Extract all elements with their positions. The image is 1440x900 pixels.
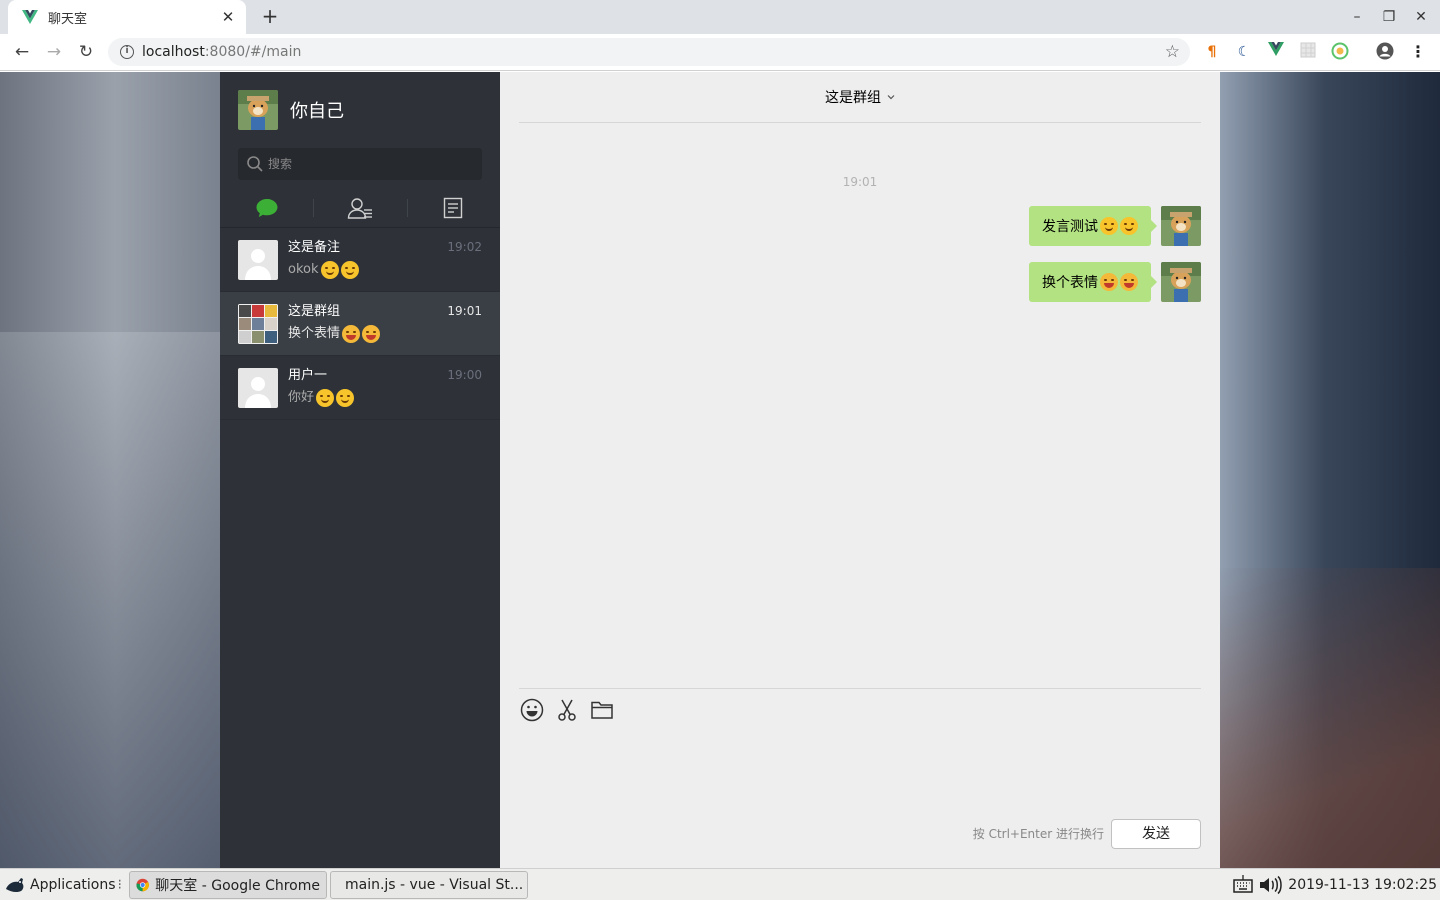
browser-tab[interactable]: 聊天室 ✕	[8, 0, 246, 34]
conversation-item-active[interactable]: 这是群组 换个表情 19:01	[220, 292, 500, 356]
blush-emoji-icon	[362, 324, 381, 343]
emoji-icon[interactable]	[519, 697, 545, 723]
user-avatar[interactable]	[238, 90, 278, 130]
applications-menu[interactable]: Applications ⁝	[0, 869, 126, 900]
blush-emoji-icon	[1100, 273, 1118, 291]
blush-emoji-icon	[1120, 273, 1138, 291]
profile-icon[interactable]	[1375, 42, 1395, 62]
menu-kebab-icon[interactable]: ⋮	[1408, 42, 1428, 62]
bookmark-star-icon[interactable]: ☆	[1165, 42, 1180, 62]
site-info-icon[interactable]: i	[120, 45, 134, 59]
smile-emoji-icon	[316, 388, 335, 407]
search-box	[238, 148, 482, 180]
vue-favicon-icon	[22, 10, 38, 24]
user-name: 你自己	[290, 101, 344, 122]
conversation-preview: okok	[288, 258, 482, 282]
send-button[interactable]: 发送	[1111, 819, 1201, 849]
back-icon[interactable]: ←	[10, 40, 34, 64]
conversation-item[interactable]: 这是备注 okok 19:02	[220, 228, 500, 292]
taskbar-item-vscode[interactable]: main.js - vue - Visual St...	[329, 870, 528, 899]
chat-panel: 这是群组 19:01 发言测试 换个表情 按 Ctrl+Enter 进行换行 发…	[500, 72, 1220, 868]
scissors-icon[interactable]	[554, 697, 580, 723]
search-icon	[247, 156, 263, 172]
taskbar-item-chrome[interactable]: 聊天室 - Google Chrome	[128, 870, 327, 899]
chat-bubble-icon	[256, 198, 278, 217]
forward-icon[interactable]: →	[42, 40, 66, 64]
conversation-preview: 你好	[288, 386, 482, 410]
contacts-icon	[347, 197, 372, 219]
thinking-emoji-icon	[320, 260, 339, 279]
volume-icon[interactable]	[1258, 874, 1283, 896]
smile-emoji-icon	[1100, 217, 1118, 235]
folder-icon[interactable]	[589, 697, 615, 723]
conversation-preview: 换个表情	[288, 322, 482, 346]
chat-header[interactable]: 这是群组	[519, 72, 1201, 123]
conversation-time: 19:01	[447, 304, 482, 318]
extension-grid-icon[interactable]	[1298, 42, 1318, 62]
extension-moon-icon[interactable]: ☾	[1234, 42, 1254, 62]
message-bubble[interactable]: 换个表情	[1029, 262, 1157, 302]
tab-collections[interactable]	[406, 188, 500, 227]
taskbar: Applications ⁝ 聊天室 - Google Chrome main.…	[0, 868, 1440, 900]
sidebar: 你自己 搜索 这是备注 okok 19:02 这是群组 换个表情 19:01 用…	[220, 72, 500, 868]
message-avatar[interactable]	[1161, 262, 1201, 302]
address-bar[interactable]: i localhost:8080/#/main ☆	[108, 38, 1190, 66]
system-tray: 2019-11-13 19:02:25	[1232, 869, 1440, 900]
chat-app: 你自己 搜索 这是备注 okok 19:02 这是群组 换个表情 19:01 用…	[220, 72, 1220, 868]
taskbar-item-label: 聊天室 - Google Chrome	[155, 877, 320, 894]
new-tab-button[interactable]: +	[258, 5, 282, 29]
blush-emoji-icon	[342, 324, 361, 343]
current-user: 你自己	[238, 90, 344, 130]
clock[interactable]: 2019-11-13 19:02:25	[1288, 877, 1437, 893]
default-avatar-icon	[238, 367, 278, 408]
smile-emoji-icon	[1120, 217, 1138, 235]
message-row: 发言测试	[1029, 206, 1201, 246]
composer-toolbar	[519, 697, 624, 723]
group-avatar	[238, 303, 278, 344]
thinking-emoji-icon	[340, 260, 359, 279]
keyboard-icon[interactable]	[1232, 874, 1254, 896]
message-composer: 按 Ctrl+Enter 进行换行 发送	[519, 688, 1201, 868]
tab-close-icon[interactable]: ✕	[220, 8, 236, 26]
chat-title: 这是群组	[825, 90, 881, 106]
applications-label: Applications	[30, 876, 116, 893]
message-timestamp: 19:01	[842, 175, 878, 189]
default-avatar-icon	[238, 239, 278, 280]
chrome-icon	[136, 878, 149, 891]
taskbar-item-label: main.js - vue - Visual St...	[344, 876, 524, 893]
smile-emoji-icon	[336, 388, 355, 407]
message-row: 换个表情	[1029, 262, 1201, 302]
message-avatar[interactable]	[1161, 206, 1201, 246]
message-bubble[interactable]: 发言测试	[1029, 206, 1157, 246]
message-input[interactable]	[519, 733, 1201, 813]
menu-separator-icon: ⁝	[117, 876, 122, 893]
minimize-icon[interactable]: –	[1345, 6, 1369, 28]
document-icon	[444, 197, 463, 218]
sidebar-nav	[220, 188, 500, 228]
conversation-time: 19:02	[447, 240, 482, 254]
reload-icon[interactable]: ↻	[74, 40, 98, 64]
tab-title: 聊天室	[48, 11, 88, 27]
tab-chats[interactable]	[220, 188, 313, 227]
chevron-down-icon	[887, 95, 895, 100]
xfce-mouse-icon	[6, 877, 24, 892]
browser-toolbar: ← → ↻ i localhost:8080/#/main ☆ ¶ ☾ ⋮	[0, 34, 1440, 71]
window-close-icon[interactable]: ✕	[1409, 6, 1433, 28]
tab-contacts[interactable]	[313, 188, 406, 227]
newline-hint: 按 Ctrl+Enter 进行换行	[972, 827, 1104, 841]
conversation-time: 19:00	[447, 368, 482, 382]
extension-pilcrow-icon[interactable]: ¶	[1202, 42, 1222, 62]
restore-icon[interactable]: ❐	[1377, 6, 1401, 28]
conversation-item[interactable]: 用户一 你好 19:00	[220, 356, 500, 420]
extension-vue-devtools-icon[interactable]	[1266, 42, 1286, 62]
conversation-list: 这是备注 okok 19:02 这是群组 换个表情 19:01 用户一 你好 1…	[220, 228, 500, 420]
browser-tab-bar: 聊天室 ✕ + – ❐ ✕	[0, 0, 1440, 34]
search-input[interactable]	[268, 157, 468, 171]
extension-circle-icon[interactable]	[1330, 42, 1350, 62]
url-text[interactable]: localhost:8080/#/main	[142, 44, 1165, 60]
